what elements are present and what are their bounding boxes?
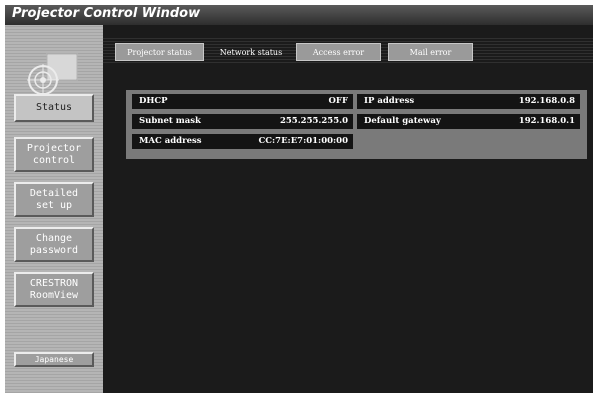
- mac-address-label: MAC address: [139, 136, 202, 146]
- tab-access-error[interactable]: Access error: [296, 43, 381, 61]
- sidebar-item-projector-control[interactable]: Projector control: [14, 137, 94, 172]
- sidebar: Status Projector control Detailed set up…: [5, 25, 103, 393]
- subnet-mask-label: Subnet mask: [139, 116, 201, 126]
- tab-projector-status[interactable]: Projector status: [115, 43, 204, 61]
- ip-address-row: IP address 192.168.0.8: [357, 94, 580, 109]
- network-status-panel: DHCP OFF IP address 192.168.0.8 Subnet m…: [126, 90, 587, 159]
- default-gateway-label: Default gateway: [364, 116, 441, 126]
- sidebar-item-crestron-roomview[interactable]: CRESTRON RoomView: [14, 272, 94, 307]
- sidebar-item-detailed-set-up[interactable]: Detailed set up: [14, 182, 94, 217]
- globe-camera-icon: [25, 50, 81, 100]
- dhcp-value: OFF: [328, 96, 348, 106]
- dhcp-row: DHCP OFF: [132, 94, 353, 109]
- ip-address-value: 192.168.0.8: [518, 96, 575, 106]
- subnet-mask-value: 255.255.255.0: [279, 116, 348, 126]
- ip-address-label: IP address: [364, 96, 415, 106]
- subnet-mask-row: Subnet mask 255.255.255.0: [132, 114, 353, 129]
- title-bar: Projector Control Window: [5, 5, 593, 25]
- sidebar-item-status[interactable]: Status: [14, 94, 94, 122]
- tab-mail-error[interactable]: Mail error: [388, 43, 473, 61]
- mac-address-row: MAC address CC:7E:E7:01:00:00: [132, 134, 353, 149]
- main-content: Projector status Network status Access e…: [103, 25, 593, 393]
- window-title: Projector Control Window: [12, 6, 201, 21]
- dhcp-label: DHCP: [139, 96, 168, 106]
- default-gateway-row: Default gateway 192.168.0.1: [357, 114, 580, 129]
- language-button[interactable]: Japanese: [14, 352, 94, 367]
- sidebar-item-change-password[interactable]: Change password: [14, 227, 94, 262]
- mac-address-value: CC:7E:E7:01:00:00: [258, 136, 349, 146]
- default-gateway-value: 192.168.0.1: [518, 116, 575, 126]
- projector-control-window: Projector Control Window Status Projecto…: [5, 5, 593, 393]
- tab-network-status[interactable]: Network status: [209, 43, 293, 61]
